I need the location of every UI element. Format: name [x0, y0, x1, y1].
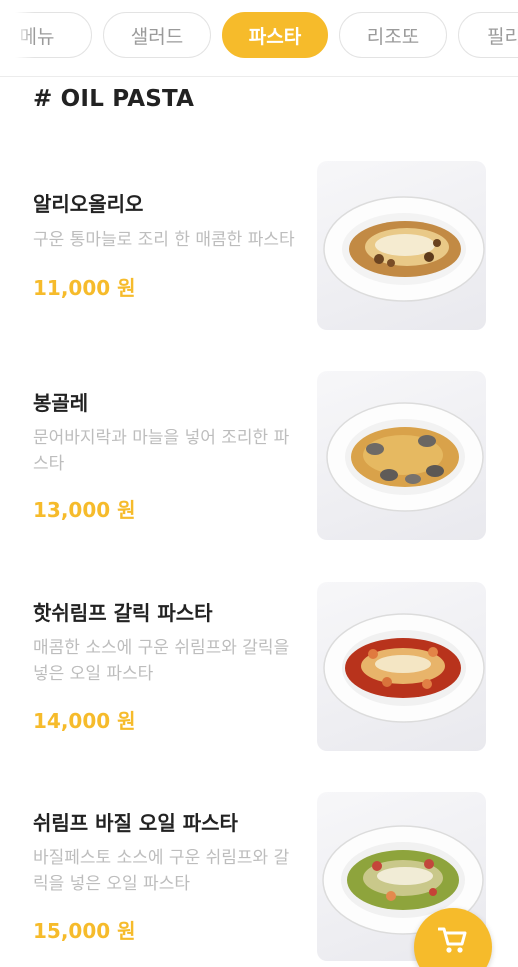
item-price: 11,000 원	[33, 276, 136, 300]
item-photo	[317, 582, 486, 751]
menu-item-vongole[interactable]: 봉골레 문어바지락과 마늘을 넣어 조리한 파스타 13,000 원	[0, 371, 518, 541]
menu-page: 메뉴 샐러드 파스타 리조또 필리 # OIL PASTA 알리오올리오 구운 …	[0, 0, 518, 967]
item-price: 14,000 원	[33, 709, 136, 733]
item-description: 문어바지락과 마늘을 넣어 조리한 파스타	[33, 428, 290, 474]
item-description: 구운 통마늘로 조리 한 매콤한 파스타	[33, 230, 295, 250]
item-name: 쉬림프 바질 오일 파스타	[33, 811, 238, 835]
item-price: 13,000 원	[33, 498, 136, 522]
pasta-plate-icon	[323, 196, 485, 302]
item-price: 15,000 원	[33, 919, 136, 943]
pasta-plate-icon	[323, 613, 485, 723]
tab-pasta[interactable]: 파스타	[222, 12, 328, 58]
section-title: # OIL PASTA	[33, 86, 195, 112]
item-name: 알리오올리오	[33, 192, 144, 216]
item-name: 봉골레	[33, 391, 89, 415]
item-photo	[317, 371, 486, 540]
tab-fade	[0, 0, 34, 76]
cart-icon	[438, 927, 467, 953]
menu-item-hot-shrimp-garlic[interactable]: 핫쉬림프 갈릭 파스타 매콤한 소스에 구운 쉬림프와 갈릭을 넣은 오일 파스…	[0, 582, 518, 752]
pasta-plate-icon	[326, 402, 484, 512]
item-photo	[317, 161, 486, 330]
item-description: 매콤한 소스에 구운 쉬림프와 갈릭을 넣은 오일 파스타	[33, 638, 290, 684]
tab-risotto[interactable]: 리조또	[339, 12, 447, 58]
category-tab-bar: 메뉴 샐러드 파스타 리조또 필리	[0, 0, 518, 77]
menu-item-aglio-olio[interactable]: 알리오올리오 구운 통마늘로 조리 한 매콤한 파스타 11,000 원	[0, 160, 518, 330]
item-name: 핫쉬림프 갈릭 파스타	[33, 601, 213, 625]
item-description: 바질페스토 소스에 구운 쉬림프와 갈릭을 넣은 오일 파스타	[33, 848, 290, 894]
tab-salad[interactable]: 샐러드	[103, 12, 211, 58]
tab-pilaf[interactable]: 필리	[458, 12, 518, 58]
